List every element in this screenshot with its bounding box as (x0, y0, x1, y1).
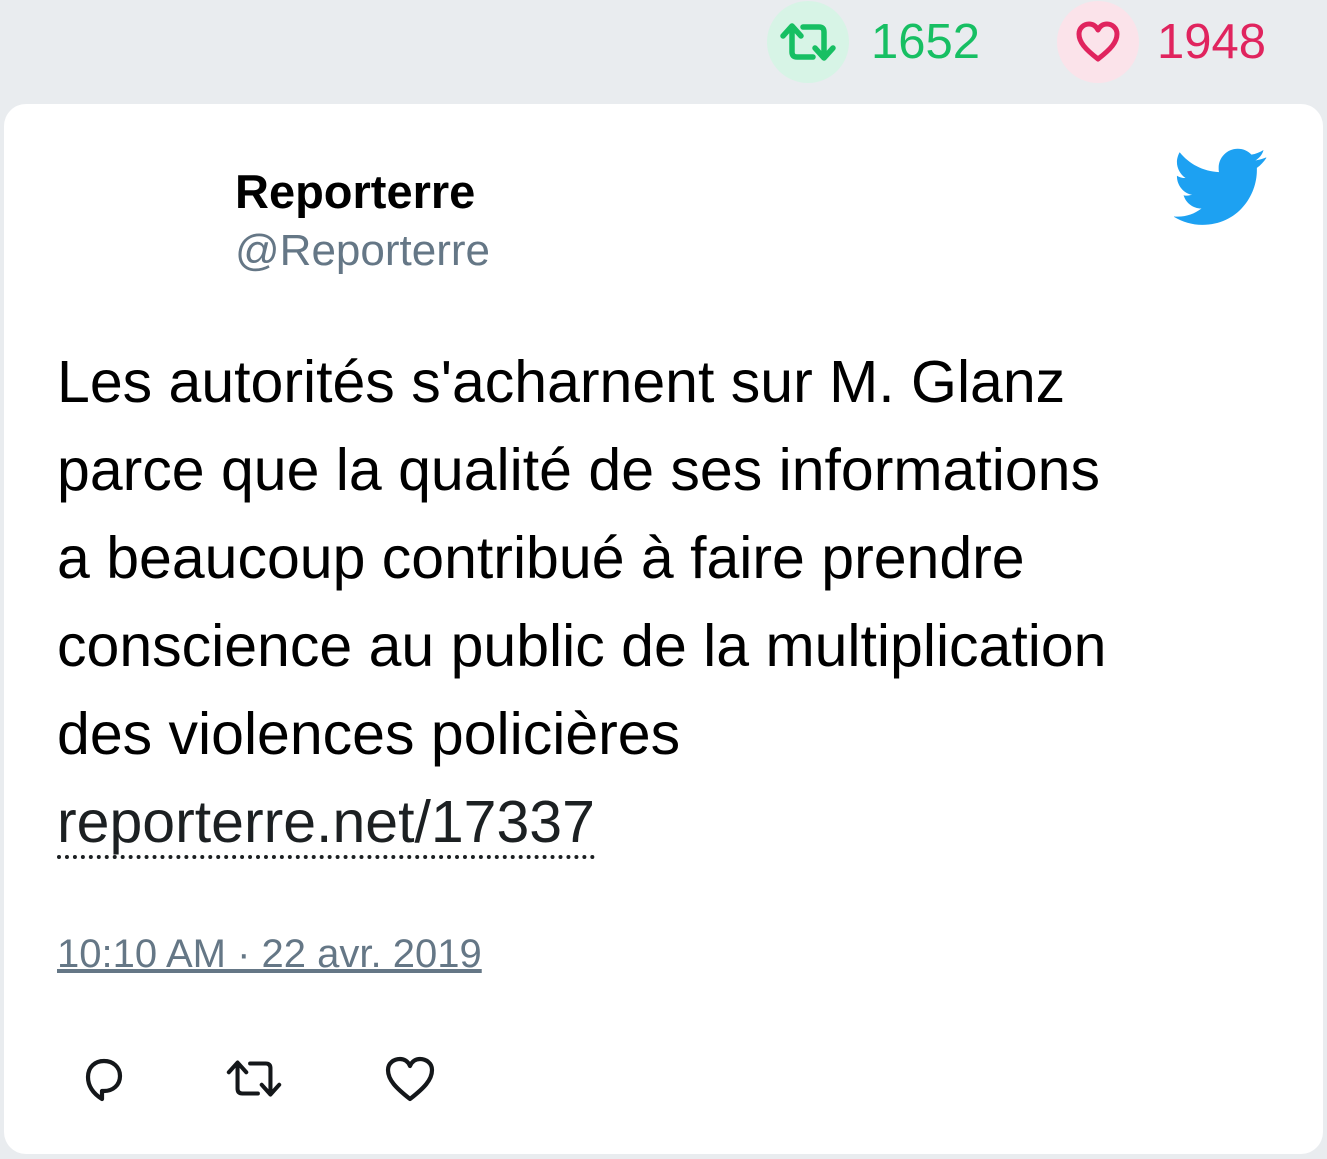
tweet-text-line: parce que la qualité de ses informations (57, 437, 1100, 503)
tweet-timestamp[interactable]: 10:10 AM · 22 avr. 2019 (57, 932, 482, 977)
reply-icon[interactable] (74, 1049, 134, 1109)
tweet-text-line: des violences policières (57, 701, 681, 767)
heart-icon[interactable] (380, 1049, 440, 1109)
retweet-count: 1652 (871, 14, 981, 69)
author-name[interactable]: Reporterre (235, 166, 475, 218)
engagement-bar: 1652 1948 (0, 0, 1327, 102)
tweet-text-line: conscience au public de la multiplicatio… (57, 613, 1107, 679)
like-stat[interactable]: 1948 (1057, 0, 1266, 84)
twitter-bird-icon[interactable] (1173, 148, 1268, 226)
tweet-text-line: Les autorités s'acharnent sur M. Glanz (57, 349, 1066, 415)
tweet-text: Les autorités s'acharnent sur M. Glanz p… (57, 338, 1287, 866)
retweet-stat[interactable]: 1652 (767, 0, 980, 84)
like-count: 1948 (1157, 14, 1267, 69)
retweet-icon[interactable] (224, 1049, 284, 1109)
tweet-link[interactable]: reporterre.net/17337 (57, 789, 595, 859)
author-handle[interactable]: @Reporterre (235, 226, 490, 275)
retweet-icon[interactable] (767, 1, 849, 83)
tweet-text-line: a beaucoup contribué à faire prendre (57, 525, 1025, 591)
heart-icon[interactable] (1057, 1, 1139, 83)
tweet-card: Reporterre @Reporterre Les autorités s'a… (4, 104, 1323, 1154)
tweet-link-line: reporterre.net/17337 (57, 778, 1287, 866)
